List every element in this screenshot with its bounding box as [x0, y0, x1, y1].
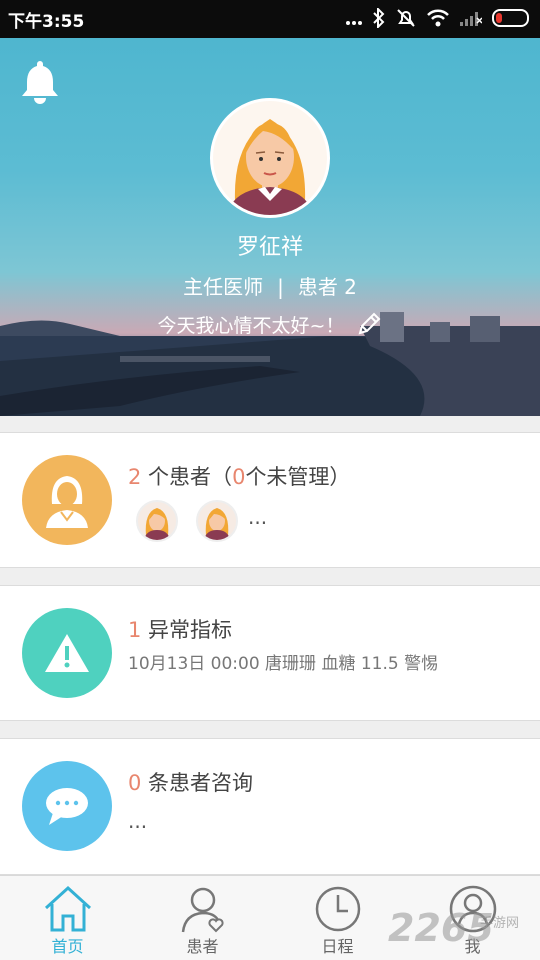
consult-card[interactable]: 0 条患者咨询 ...	[0, 738, 540, 875]
alerts-card[interactable]: 1 异常指标 10月13日 00:00 唐珊珊 血糖 11.5 警惕	[0, 585, 540, 721]
mood-status: 今天我心情不太好~！	[0, 311, 540, 342]
bluetooth-icon	[372, 6, 386, 32]
home-icon	[44, 885, 92, 932]
unmanaged-count: 0	[232, 465, 246, 489]
wifi-icon	[426, 9, 450, 31]
more-patients-ellipsis: ...	[248, 505, 268, 529]
status-time: 下午3:55	[8, 12, 85, 32]
status-bar: 下午3:55	[0, 0, 540, 38]
patients-summary: 2 个患者（0个未管理）	[128, 461, 350, 491]
doctor-title: 主任医师	[183, 275, 264, 299]
doctor-avatar[interactable]	[210, 98, 330, 218]
alerts-text: 异常指标	[141, 618, 233, 642]
tab-patients[interactable]: 患者	[135, 876, 270, 960]
mood-text: 今天我心情不太好~！	[157, 315, 345, 337]
status-icons	[346, 6, 532, 32]
more-dots-icon	[346, 11, 362, 30]
battery-icon	[492, 9, 532, 31]
patients-card[interactable]: 2 个患者（0个未管理） ...	[0, 432, 540, 568]
tab-schedule[interactable]: 日程	[270, 876, 405, 960]
patient-avatar[interactable]	[196, 500, 238, 542]
consult-count: 0	[128, 771, 142, 795]
consult-ellipsis: ...	[128, 809, 148, 833]
patients-count: 2	[128, 465, 142, 489]
watermark-text: 手游网	[480, 916, 520, 931]
tab-home-label: 首页	[51, 937, 84, 956]
consult-text: 条患者咨询	[141, 771, 254, 795]
alerts-count: 1	[128, 618, 142, 642]
mute-bell-icon	[396, 8, 416, 32]
doctor-title-line: 主任医师 | 患者 2	[0, 271, 540, 300]
bell-icon[interactable]	[20, 58, 60, 104]
alert-detail: 10月13日 00:00 唐珊珊 血糖 11.5 警惕	[128, 654, 439, 674]
unmanaged-text: 个未管理）	[245, 465, 351, 489]
title-separator: |	[277, 275, 284, 299]
consult-summary: 0 条患者咨询	[128, 767, 253, 797]
patients-text: 个患者（	[141, 465, 233, 489]
patient-icon	[181, 887, 224, 933]
tab-schedule-label: 日程	[321, 937, 354, 956]
tab-patients-label: 患者	[186, 937, 219, 956]
edit-pencil-icon[interactable]	[356, 311, 382, 342]
clock-icon	[315, 886, 361, 932]
patient-count-label: 患者 2	[297, 275, 357, 299]
warning-circle-icon	[22, 608, 112, 698]
signal-icon	[460, 10, 483, 30]
chat-circle-icon	[22, 761, 112, 851]
patient-avatar[interactable]	[136, 500, 178, 542]
doctor-name: 罗征祥	[236, 235, 303, 260]
patient-circle-icon	[22, 455, 112, 545]
alerts-summary: 1 异常指标	[128, 614, 232, 644]
tab-home[interactable]: 首页	[0, 876, 135, 960]
watermark-logo: 2265	[388, 906, 494, 950]
profile-header: 罗征祥 主任医师 | 患者 2 今天我心情不太好~！	[0, 38, 540, 416]
